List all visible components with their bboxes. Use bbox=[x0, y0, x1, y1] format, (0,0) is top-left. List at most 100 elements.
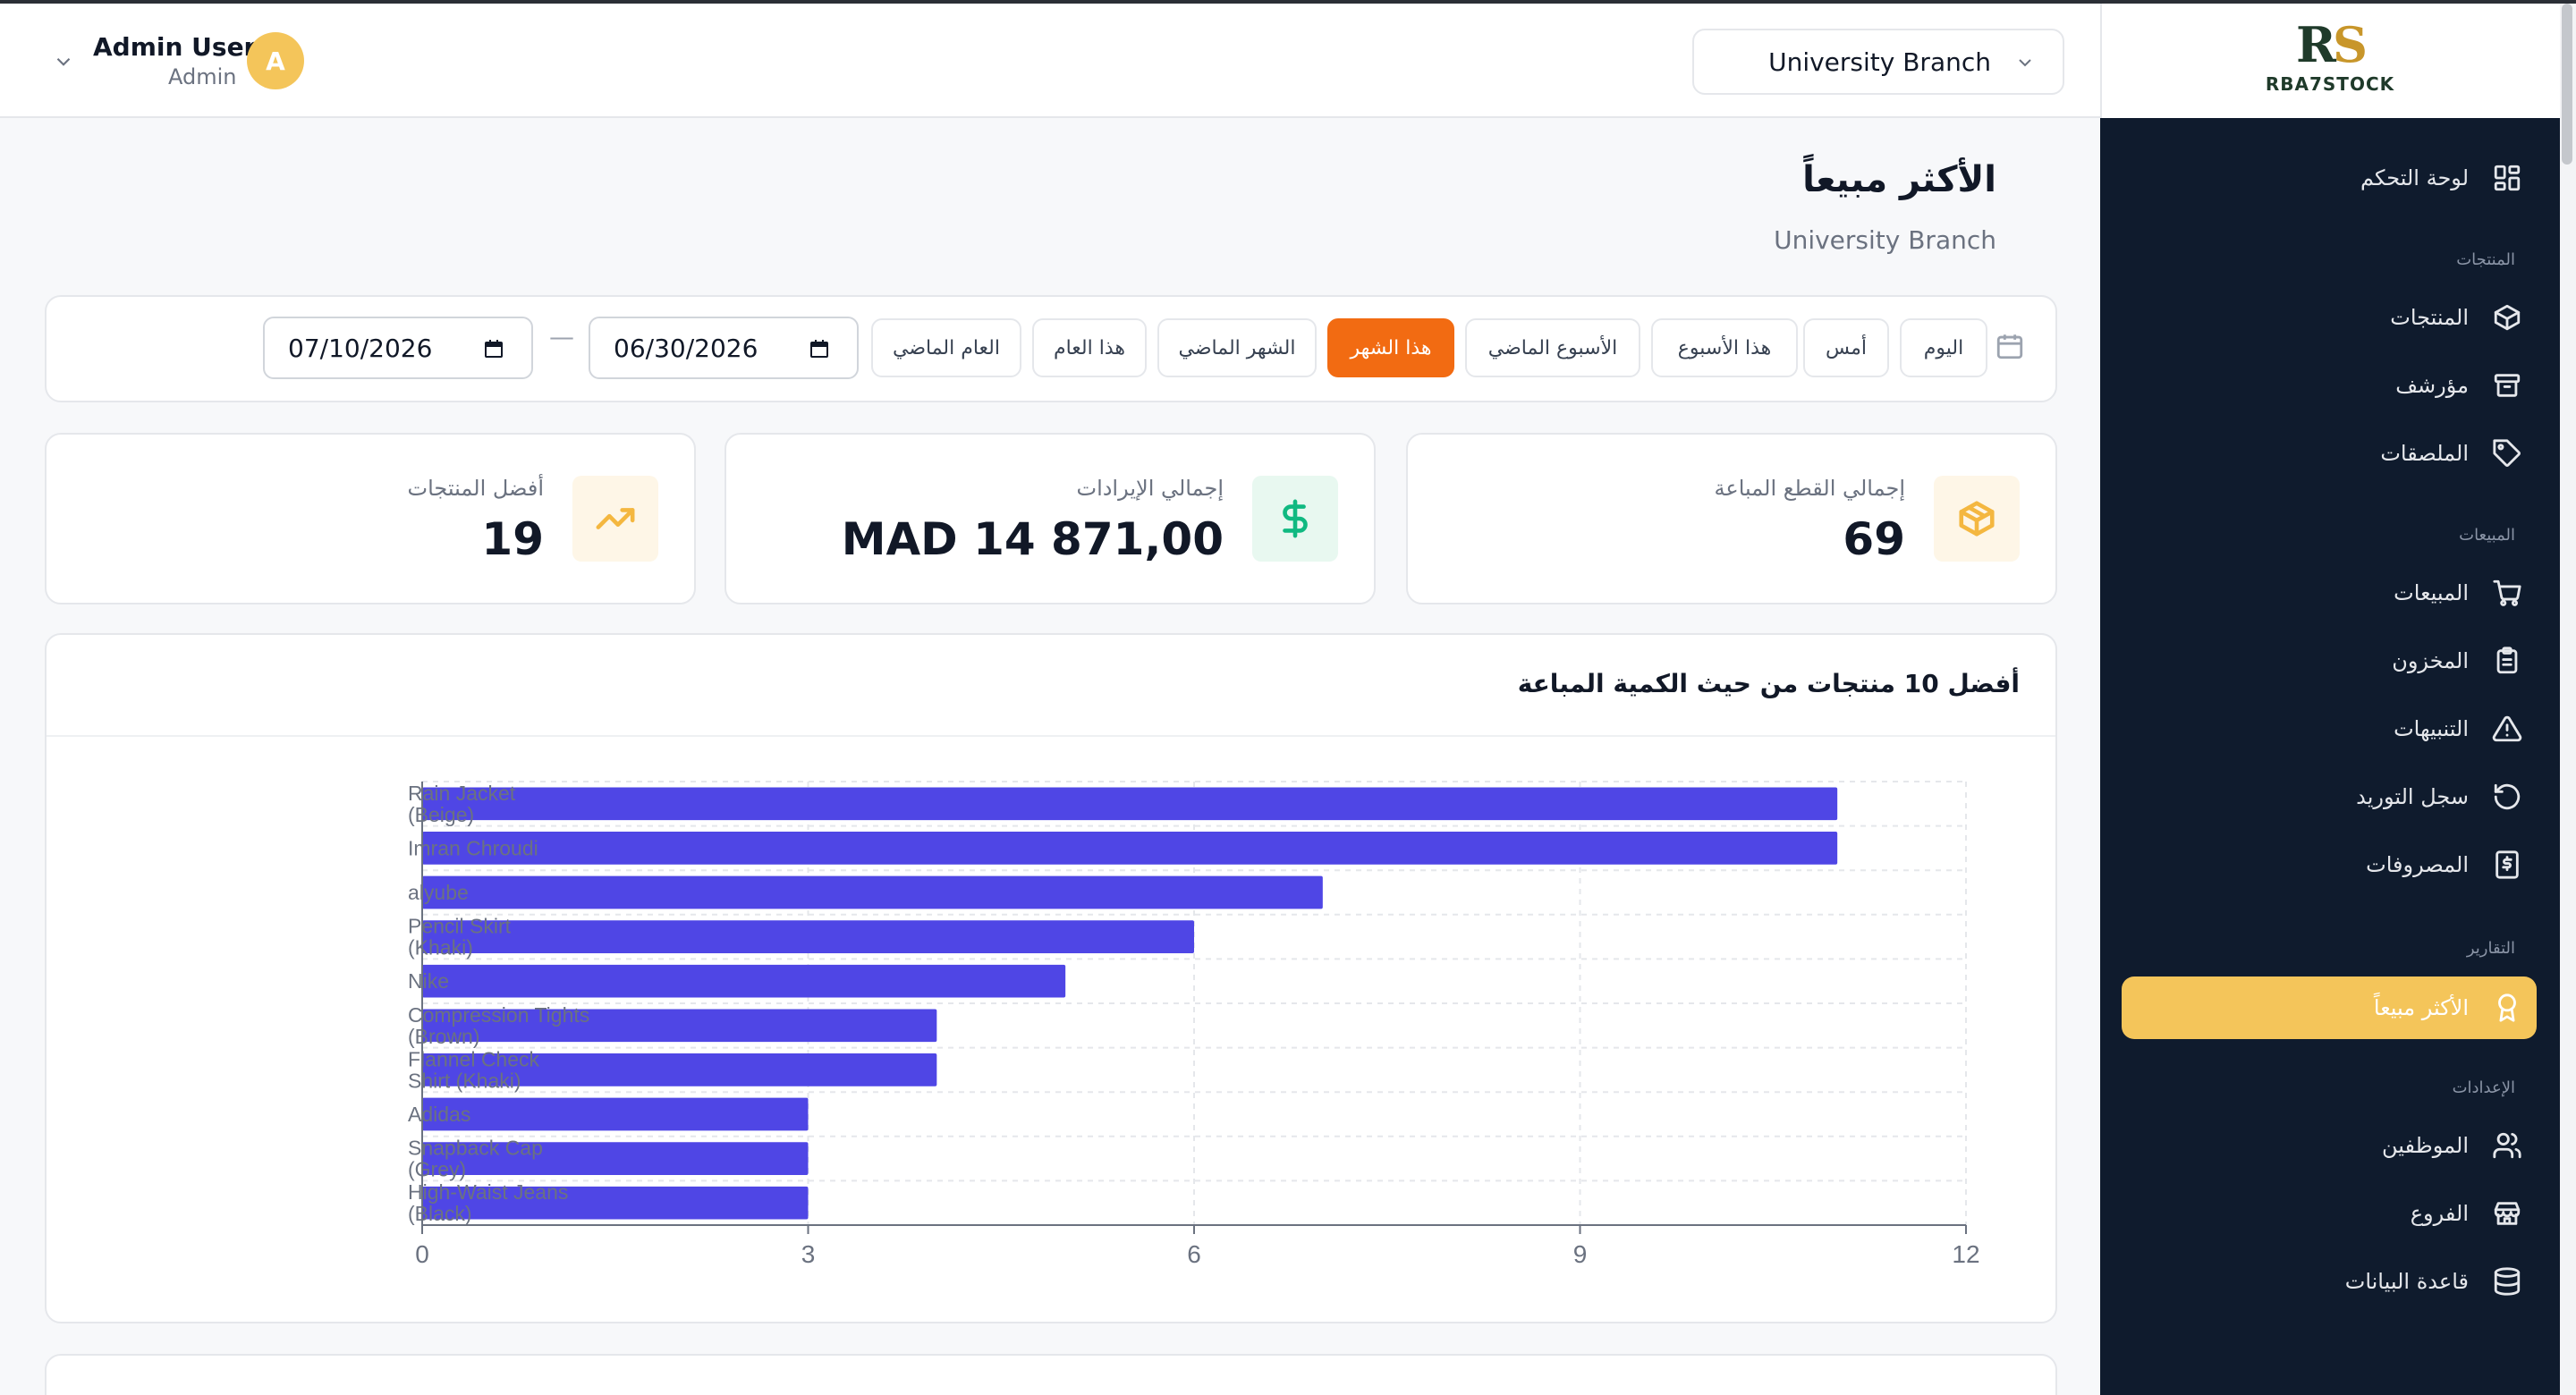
sidebar-item-label: الملصقات bbox=[2380, 441, 2469, 466]
page-title: الأكثر مبيعاً bbox=[1802, 159, 1996, 200]
brand-logo[interactable]: RS RBA7STOCK bbox=[2254, 16, 2406, 109]
sidebar-scroll-thumb[interactable] bbox=[2562, 4, 2572, 165]
category-label: Imran Chroudi bbox=[408, 836, 538, 859]
chart-bar bbox=[422, 832, 1838, 865]
sidebar-item-products[interactable]: المنتجات bbox=[2390, 288, 2522, 347]
sidebar-item-label: مؤرشف bbox=[2395, 373, 2469, 398]
sidebar-item-label: لوحة التحكم bbox=[2360, 165, 2469, 190]
sidebar-item-best-sellers[interactable]: الأكثر مبيعاً bbox=[2374, 978, 2522, 1037]
sidebar-item-label: الأكثر مبيعاً bbox=[2373, 995, 2469, 1020]
filter-last-month-button[interactable]: الشهر الماضي bbox=[1157, 318, 1317, 377]
user-name[interactable]: Admin User bbox=[93, 32, 256, 62]
sidebar-item-label: قاعدة البيانات bbox=[2344, 1269, 2469, 1294]
package-icon bbox=[2494, 304, 2521, 331]
filter-yesterday-button[interactable]: أمس bbox=[1803, 318, 1889, 377]
page-subtitle: University Branch bbox=[1774, 225, 1996, 255]
filter-this-year-button[interactable]: هذا العام bbox=[1032, 318, 1147, 377]
category-label: Nike bbox=[408, 969, 449, 993]
sidebar-item-label: المنتجات bbox=[2390, 305, 2469, 330]
stat-value: MAD 14 871,00 bbox=[841, 513, 1224, 565]
sidebar-scrollbar[interactable] bbox=[2560, 4, 2576, 1395]
stat-value: 69 bbox=[1843, 513, 1905, 565]
next-section-card bbox=[45, 1354, 2057, 1395]
sidebar-item-label: الفروع bbox=[2410, 1201, 2469, 1226]
sidebar-item-label: المبيعات bbox=[2394, 580, 2469, 605]
history-icon bbox=[2494, 783, 2521, 810]
clipboard-list-icon bbox=[2496, 647, 2518, 674]
filter-today-button[interactable]: اليوم bbox=[1900, 318, 1987, 377]
date-from-value: 06/30/2026 bbox=[614, 333, 758, 363]
chart-header: أفضل 10 منتجات من حيث الكمية المباعة bbox=[47, 635, 2055, 737]
section-label-sales: المبيعات bbox=[2459, 526, 2515, 545]
package-icon bbox=[1934, 476, 2020, 562]
date-from-input[interactable]: 06/30/2026 bbox=[589, 317, 859, 379]
chart-bar bbox=[422, 1097, 809, 1131]
sidebar-item-supply-log[interactable]: سجل التوريد bbox=[2356, 767, 2522, 826]
tag-icon bbox=[2493, 439, 2521, 467]
category-label: Flannel Check Shirt (Khaki) bbox=[408, 1047, 540, 1092]
sidebar-item-branches[interactable]: الفروع bbox=[2411, 1184, 2522, 1243]
filter-this-month-button[interactable]: هذا الشهر bbox=[1327, 318, 1454, 377]
users-icon bbox=[2493, 1132, 2521, 1159]
sidebar-item-label: المصروفات bbox=[2366, 852, 2469, 877]
store-icon bbox=[2494, 1202, 2521, 1225]
warning-triangle-icon bbox=[2492, 715, 2522, 742]
sidebar-item-label: الموظفين bbox=[2381, 1133, 2469, 1158]
stat-label: أفضل المنتجات bbox=[407, 476, 545, 501]
section-label-settings: الإعدادات bbox=[2452, 1078, 2515, 1097]
trending-up-icon bbox=[572, 476, 658, 562]
filter-last-year-button[interactable]: العام الماضي bbox=[871, 318, 1021, 377]
database-icon bbox=[2494, 1267, 2521, 1296]
sidebar-item-label: سجل التوريد bbox=[2356, 784, 2469, 809]
x-tick-label: 9 bbox=[1573, 1240, 1588, 1268]
branch-select-value: University Branch bbox=[1768, 46, 1991, 77]
sidebar-item-employees[interactable]: الموظفين bbox=[2382, 1116, 2522, 1175]
stat-value: 19 bbox=[481, 513, 544, 565]
date-range-separator: — bbox=[549, 322, 574, 351]
stat-card-revenue: إجمالي الإيرادات MAD 14 871,00 bbox=[724, 433, 1376, 604]
category-label: Adidas bbox=[408, 1103, 470, 1126]
chart-bar bbox=[422, 964, 1066, 998]
receipt-dollar-icon bbox=[2496, 850, 2519, 879]
date-to-input[interactable]: 07/10/2026 bbox=[263, 317, 533, 379]
sidebar-item-archive[interactable]: مؤرشف bbox=[2395, 356, 2522, 415]
logo-text: RBA7STOCK bbox=[2265, 73, 2395, 95]
stat-label: إجمالي القطع المباعة bbox=[1714, 476, 1905, 501]
award-icon bbox=[2498, 993, 2516, 1022]
shopping-cart-icon bbox=[2493, 579, 2521, 606]
filter-this-week-button[interactable]: هذا الأسبوع bbox=[1651, 318, 1798, 377]
chevron-down-icon bbox=[2019, 59, 2031, 67]
filter-last-week-button[interactable]: الأسبوع الماضي bbox=[1465, 318, 1640, 377]
sidebar-item-alerts[interactable]: التنبيهات bbox=[2394, 699, 2522, 758]
sidebar-item-expenses[interactable]: المصروفات bbox=[2366, 835, 2522, 894]
sidebar-item-sales[interactable]: المبيعات bbox=[2394, 563, 2522, 622]
calendar-icon[interactable] bbox=[483, 338, 504, 359]
top-products-chart-card: أفضل 10 منتجات من حيث الكمية المباعة Rai… bbox=[45, 633, 2057, 1323]
chart-title: أفضل 10 منتجات من حيث الكمية المباعة bbox=[1517, 669, 2020, 698]
x-tick-label: 12 bbox=[1952, 1240, 1979, 1268]
sidebar-item-inventory[interactable]: المخزون bbox=[2392, 631, 2522, 690]
chart-bar bbox=[422, 920, 1194, 953]
branch-select[interactable]: University Branch bbox=[1692, 29, 2064, 95]
archive-icon bbox=[2494, 374, 2521, 397]
sidebar-item-label: التنبيهات bbox=[2394, 716, 2469, 741]
bar-chart: Rain Jacket (Beige)Imran ChroudialyubePen… bbox=[408, 781, 1980, 1268]
sidebar-item-tags[interactable]: الملصقات bbox=[2380, 424, 2522, 483]
sidebar-item-database[interactable]: قاعدة البيانات bbox=[2345, 1252, 2522, 1311]
x-tick-label: 0 bbox=[415, 1240, 429, 1268]
sidebar-item-dashboard[interactable]: لوحة التحكم bbox=[2360, 148, 2522, 207]
chart-bar bbox=[422, 875, 1323, 909]
calendar-icon bbox=[1996, 334, 2023, 359]
stat-card-units-sold: إجمالي القطع المباعة 69 bbox=[1406, 433, 2057, 604]
stat-label: إجمالي الإيرادات bbox=[1076, 476, 1224, 501]
avatar[interactable]: A bbox=[247, 32, 304, 89]
chart-bar bbox=[422, 787, 1838, 821]
chevron-down-icon[interactable] bbox=[52, 50, 75, 73]
logo-mark: RS bbox=[2296, 16, 2368, 73]
top-header: Admin User Admin A University Branch bbox=[0, 4, 2100, 118]
x-tick-label: 3 bbox=[801, 1240, 816, 1268]
calendar-icon[interactable] bbox=[809, 338, 830, 359]
sidebar-item-label: المخزون bbox=[2392, 648, 2469, 673]
grid-icon bbox=[2494, 165, 2521, 191]
user-role: Admin bbox=[168, 64, 237, 89]
